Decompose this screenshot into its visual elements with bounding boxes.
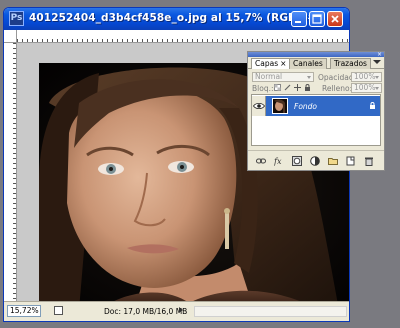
fx-icon[interactable]: fx (274, 156, 284, 166)
panel-menu-icon[interactable] (373, 59, 381, 68)
chevron-down-icon (375, 76, 379, 79)
tab-channels-label: Canales (293, 59, 323, 68)
layers-panel-footer: fx (248, 150, 384, 170)
maximize-button[interactable] (309, 11, 325, 27)
document-title-bar[interactable]: Ps 401252404_d3b4cf458e_o.jpg al 15,7% (… (4, 8, 349, 30)
folder-icon[interactable] (328, 156, 338, 166)
adjustment-icon[interactable] (310, 156, 320, 166)
status-menu-arrow-icon[interactable] (179, 307, 183, 313)
panel-tab-bar: Capas × Canales Trazados (248, 57, 384, 69)
close-button[interactable] (327, 11, 343, 27)
opacity-field[interactable]: 100% (351, 72, 382, 82)
navigator-icon[interactable] (54, 306, 63, 315)
fill-field[interactable]: 100% (351, 83, 382, 93)
photoshop-workspace: Ps 401252404_d3b4cf458e_o.jpg al 15,7% (… (0, 0, 400, 328)
close-icon (331, 15, 339, 23)
zoom-level-field[interactable]: 15,72% (7, 305, 41, 317)
lock-transparency-icon[interactable] (274, 84, 281, 91)
link-icon[interactable] (256, 156, 266, 166)
maximize-icon (312, 14, 322, 24)
lock-label: Bloq.: (252, 84, 274, 93)
layer-list[interactable]: Fondo (251, 94, 381, 146)
tab-paths[interactable]: Trazados (330, 58, 371, 69)
minimize-icon (295, 21, 301, 23)
tab-layers[interactable]: Capas × (251, 58, 291, 69)
ruler-origin[interactable] (4, 30, 17, 43)
svg-text:fx: fx (274, 157, 282, 166)
chevron-down-icon (307, 76, 311, 79)
tab-close-icon[interactable]: × (280, 59, 286, 68)
layer-row[interactable]: Fondo (252, 96, 380, 116)
tab-channels[interactable]: Canales (289, 58, 327, 69)
fill-label: Relleno: (322, 84, 353, 93)
new-layer-icon[interactable] (346, 156, 356, 166)
minimize-button[interactable] (291, 11, 307, 27)
photoshop-icon: Ps (9, 11, 24, 26)
lock-position-icon[interactable] (294, 84, 301, 91)
vertical-ruler[interactable] (4, 43, 17, 301)
eye-icon (253, 102, 265, 110)
trash-icon[interactable] (364, 156, 374, 166)
document-title: 401252404_d3b4cf458e_o.jpg al 15,7% (RGB… (29, 12, 322, 24)
tab-paths-label: Trazados (334, 59, 367, 68)
horizontal-ruler[interactable] (17, 30, 349, 43)
lock-fill-row: Bloq.: Relleno: 100% (252, 83, 382, 94)
layer-thumbnail (272, 98, 288, 114)
document-size-info: Doc: 17,0 MB/16,0 MB (104, 307, 188, 316)
mask-icon[interactable] (292, 156, 302, 166)
lock-icon (370, 102, 375, 109)
blend-mode-select[interactable]: Normal (252, 72, 314, 82)
opacity-value: 100% (354, 72, 376, 81)
tab-layers-label: Capas (255, 59, 279, 68)
blend-mode-value: Normal (255, 72, 283, 81)
fill-value: 100% (354, 83, 376, 92)
chevron-down-icon (375, 87, 379, 90)
horizontal-scrollbar[interactable] (194, 306, 347, 317)
lock-pixels-icon[interactable] (284, 84, 291, 91)
layer-visibility-toggle[interactable] (252, 96, 266, 116)
blend-opacity-row: Normal Opacidad: 100% (252, 72, 382, 83)
status-bar: 15,72% Doc: 17,0 MB/16,0 MB (4, 301, 349, 321)
layers-panel[interactable]: × Capas × Canales Trazados Normal Opacida… (247, 51, 385, 171)
layer-name[interactable]: Fondo (294, 102, 317, 111)
lock-all-icon[interactable] (304, 84, 311, 91)
